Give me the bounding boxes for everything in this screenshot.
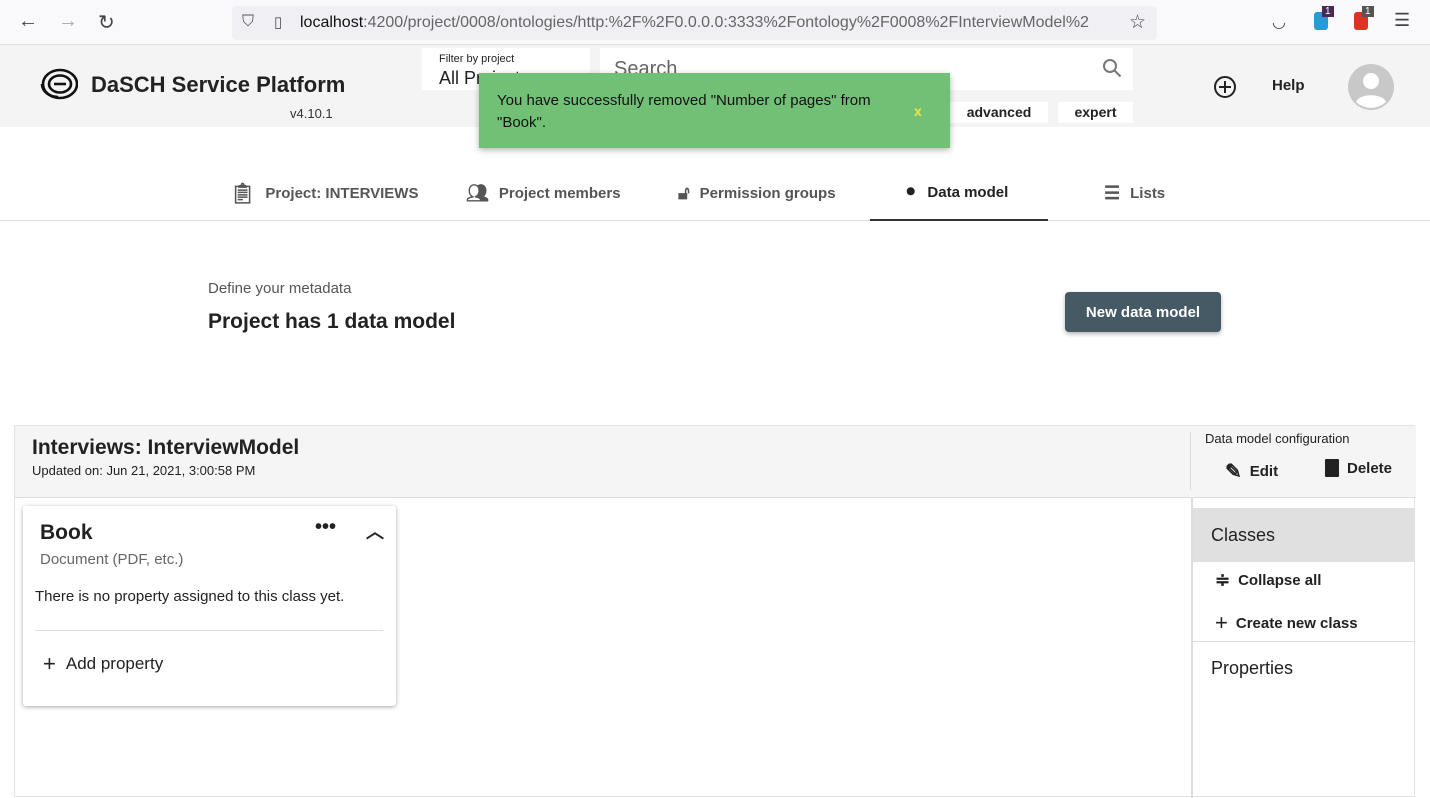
shield-icon: ⛉ (242, 13, 255, 30)
config-label: Data model configuration (1205, 431, 1350, 446)
ontology-panel: Interviews: InterviewModel Updated on: J… (14, 425, 1416, 798)
tab-label: Project members (498, 184, 621, 202)
section-title: Project has 1 data model (208, 310, 456, 333)
add-property-label: Add property (65, 654, 164, 673)
tab-label: Lists (1130, 184, 1166, 202)
tab-label: Data model (927, 183, 1009, 201)
section-subtitle: Define your metadata (208, 280, 352, 297)
ontology-updated: Updated on: Jun 21, 2021, 3:00:58 PM (32, 463, 256, 478)
snackbar-close-button[interactable]: x (914, 103, 922, 119)
plus-icon: + (1215, 610, 1228, 635)
tab-members[interactable]: 👥︎ Project members (466, 165, 636, 221)
plus-icon: + (43, 651, 56, 676)
create-class-button[interactable]: + Create new class (1215, 610, 1358, 636)
collapse-label: Collapse all (1238, 572, 1322, 589)
help-link[interactable]: Help (1272, 77, 1305, 94)
dasch-logo-icon[interactable] (38, 67, 78, 101)
collapse-icon: ≑ (1215, 570, 1231, 590)
chevron-up-icon[interactable]: ︿ (366, 518, 384, 544)
advanced-search-button[interactable]: advanced (950, 102, 1048, 123)
add-circle-icon[interactable] (1213, 75, 1237, 99)
empty-properties-text: There is no property assigned to this cl… (35, 588, 345, 605)
more-icon[interactable]: ••• (315, 516, 336, 539)
star-icon[interactable]: ☆ (1129, 11, 1146, 34)
divider (1193, 641, 1415, 642)
forward-icon[interactable]: → (58, 10, 78, 33)
create-label: Create new class (1235, 614, 1358, 632)
tab-project[interactable]: 📋︎ Project: INTERVIEWS (230, 165, 420, 221)
lock-icon: 🔓︎ (678, 182, 690, 203)
brand-title[interactable]: DaSCH Service Platform (91, 72, 345, 98)
trash-icon (1325, 459, 1339, 477)
url-text: localhost:4200/project/0008/ontologies/h… (300, 14, 1090, 31)
success-snackbar: You have successfully removed "Number of… (479, 73, 950, 148)
edit-label: Edit (1249, 463, 1279, 480)
people-icon: 👥︎ (466, 182, 489, 203)
url-bar[interactable]: ⛉ ▯ localhost:4200/project/0008/ontologi… (232, 6, 1157, 40)
class-card: Book ••• ︿ Document (PDF, etc.) There is… (23, 506, 396, 706)
ontology-title: Interviews: InterviewModel (32, 436, 300, 459)
search-icon[interactable] (1102, 58, 1122, 78)
class-subtitle: Document (PDF, etc.) (40, 551, 184, 568)
bubble-chart-icon: ⚫︎ (904, 184, 918, 201)
new-data-model-button[interactable]: New data model (1065, 292, 1221, 332)
tab-data-model[interactable]: ⚫︎ Data model (870, 165, 1048, 221)
add-property-button[interactable]: + Add property (43, 651, 163, 677)
tab-label: Permission groups (699, 184, 836, 202)
divider (1190, 432, 1191, 490)
clipboard-icon: 📋︎ (230, 182, 256, 205)
class-title: Book (40, 521, 93, 544)
divider (35, 630, 383, 631)
expert-search-button[interactable]: expert (1058, 102, 1133, 123)
classes-section[interactable]: Classes (1193, 508, 1415, 562)
reload-icon[interactable]: ↻ (98, 10, 115, 35)
pencil-icon: ✎ (1225, 461, 1242, 483)
menu-icon[interactable]: ☰ (1394, 10, 1410, 31)
collapse-all-button[interactable]: ≑ Collapse all (1215, 570, 1321, 591)
tab-lists[interactable]: ☰ Lists (1104, 165, 1194, 221)
properties-section[interactable]: Properties (1211, 658, 1293, 679)
page-icon: ▯ (274, 14, 283, 31)
filter-label: Filter by project (439, 53, 515, 65)
delete-button[interactable]: Delete (1325, 459, 1392, 477)
ublock-badge: 1 (1362, 6, 1374, 17)
back-icon[interactable]: ← (18, 10, 38, 33)
project-tabs: 📋︎ Project: INTERVIEWS 👥︎ Project members … (0, 165, 1430, 221)
extension-badge: 1 (1322, 6, 1334, 17)
tab-label: Project: INTERVIEWS (265, 184, 419, 202)
edit-button[interactable]: ✎ Edit (1225, 459, 1278, 484)
version-label: v4.10.1 (290, 106, 333, 121)
ontology-sidebar: Classes ≑ Collapse all + Create new class … (1191, 498, 1415, 798)
avatar[interactable] (1348, 64, 1394, 110)
ontology-header: Interviews: InterviewModel Updated on: J… (15, 426, 1416, 498)
delete-label: Delete (1347, 459, 1393, 477)
pocket-icon[interactable]: ◡ (1272, 12, 1286, 32)
snackbar-message: You have successfully removed "Number of… (497, 92, 871, 131)
tab-permission-groups[interactable]: 🔓︎ Permission groups (678, 165, 858, 221)
browser-toolbar: ← → ↻ ⛉ ▯ localhost:4200/project/0008/on… (0, 0, 1430, 45)
list-icon: ☰ (1104, 182, 1121, 203)
